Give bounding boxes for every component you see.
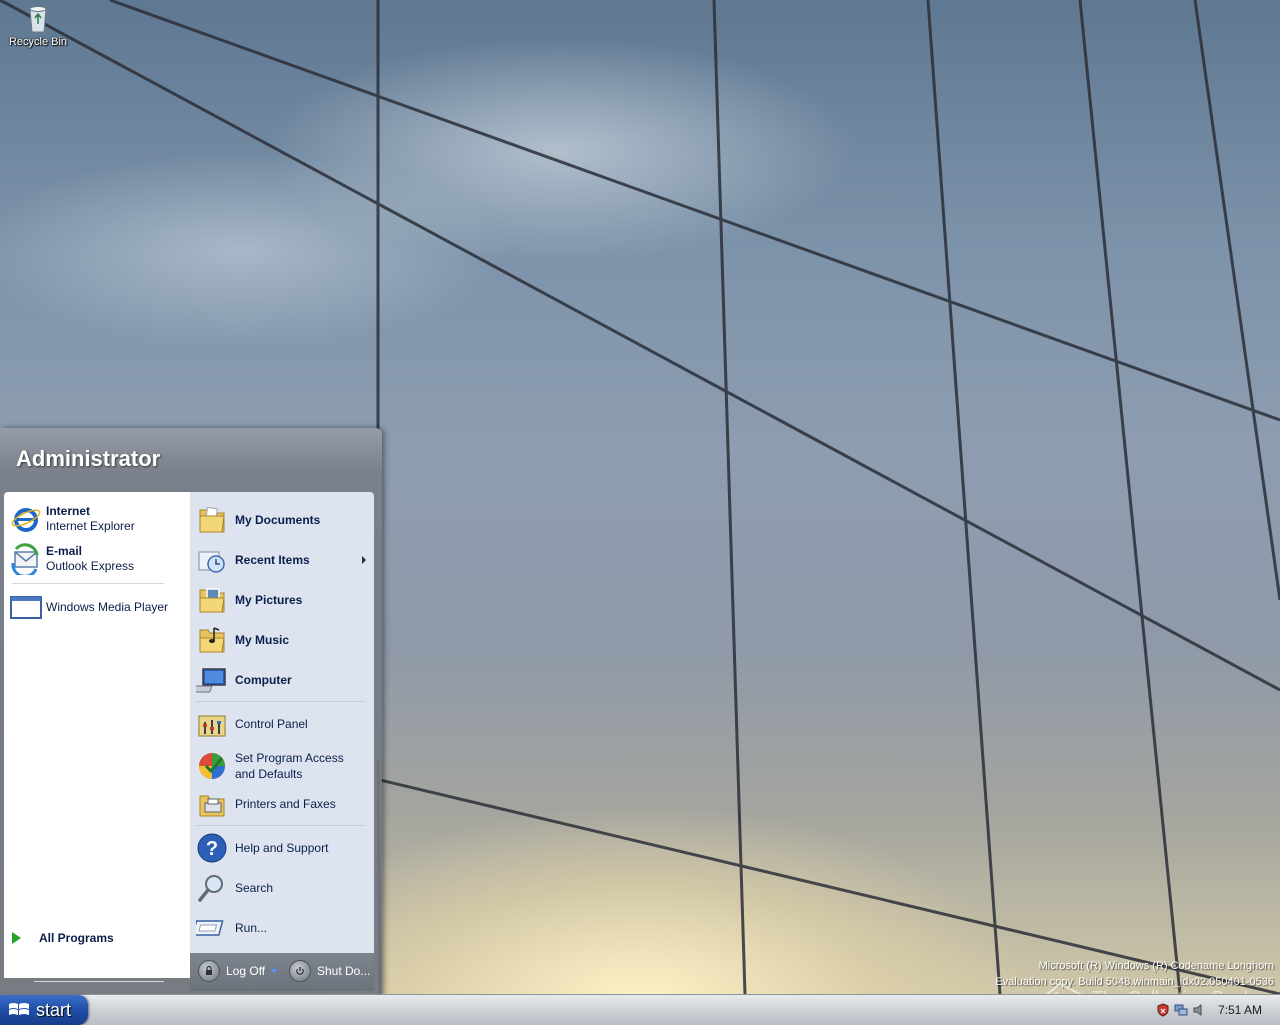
menu-item-control-panel[interactable]: Control Panel (196, 706, 368, 742)
watermark-line-1: Microsoft (R) Windows (R) Codename Longh… (1038, 960, 1274, 972)
start-menu-left-footer (4, 953, 190, 978)
outlook-express-icon (11, 543, 39, 575)
recent-item-label: Windows Media Player (46, 599, 169, 614)
security-shield-icon[interactable] (1156, 1003, 1170, 1017)
network-icon[interactable] (1174, 1003, 1188, 1017)
recent-item-windows-media-player[interactable]: Windows Media Player (10, 588, 168, 626)
separator (34, 981, 164, 982)
recycle-bin-icon (29, 6, 47, 33)
recent-items-icon (198, 551, 225, 573)
menu-item-run[interactable]: Run... (196, 910, 368, 946)
menu-item-computer[interactable]: Computer (196, 662, 368, 698)
windows-media-player-icon (10, 596, 42, 619)
menu-item-label: Printers and Faxes (235, 797, 336, 811)
submenu-arrow-icon (362, 556, 366, 564)
pinned-item-subtitle: Outlook Express (46, 559, 135, 573)
search-icon (198, 875, 223, 902)
menu-item-set-program-access[interactable]: Set Program Access and Defaults (196, 746, 368, 786)
all-programs-button[interactable]: All Programs (8, 926, 168, 950)
start-label: start (36, 999, 72, 1020)
separator (196, 825, 366, 826)
pinned-item-title: E-mail (46, 544, 83, 558)
menu-item-label: My Documents (235, 513, 321, 527)
menu-item-label: Computer (235, 673, 292, 687)
pinned-item-email[interactable]: E-mail Outlook Express (10, 540, 134, 578)
program-access-icon (199, 753, 225, 779)
printer-icon (199, 795, 225, 817)
svg-text:?: ? (206, 838, 218, 860)
green-arrow-icon (12, 932, 21, 944)
chevron-down-icon (271, 969, 278, 973)
windows-logo-icon (9, 1003, 29, 1015)
pinned-item-title: Internet (46, 504, 91, 518)
power-icon (289, 960, 311, 982)
speaker-icon[interactable] (1192, 1003, 1206, 1017)
menu-item-my-documents[interactable]: My Documents (196, 502, 368, 538)
all-programs-label: All Programs (39, 931, 114, 945)
taskbar: start 7:51 AM (0, 994, 1280, 1025)
menu-item-printers-and-faxes[interactable]: Printers and Faxes (196, 786, 368, 822)
menu-item-label: My Music (235, 633, 290, 647)
folder-documents-icon (199, 506, 225, 533)
desktop-icon-recycle-bin[interactable]: Recycle Bin (4, 2, 72, 48)
log-off-label: Log Off (226, 964, 266, 978)
lock-icon (198, 960, 220, 982)
computer-icon (196, 668, 226, 693)
start-button[interactable]: start (0, 995, 88, 1025)
shut-down-button[interactable]: Shut Do... (289, 958, 370, 984)
menu-item-label: Run... (235, 921, 268, 935)
shut-down-label: Shut Do... (317, 964, 371, 978)
folder-music-icon (199, 627, 225, 653)
menu-item-label: Search (235, 881, 274, 895)
help-icon: ? (197, 833, 227, 863)
menu-item-my-pictures[interactable]: My Pictures (196, 582, 368, 618)
menu-item-recent-items[interactable]: Recent Items (196, 542, 368, 578)
menu-item-label: Recent Items (235, 553, 310, 567)
log-off-button[interactable]: Log Off (198, 958, 278, 984)
menu-item-help-and-support[interactable]: ? Help and Support (196, 830, 368, 866)
pinned-item-subtitle: Internet Explorer (46, 519, 135, 533)
run-icon (196, 920, 224, 936)
system-tray: 7:51 AM (1146, 995, 1280, 1025)
user-name: Administrator (16, 446, 161, 471)
desktop-icon-label: Recycle Bin (8, 36, 68, 48)
menu-item-my-music[interactable]: My Music (196, 622, 368, 658)
separator (12, 583, 164, 584)
internet-explorer-icon (11, 508, 41, 532)
start-menu: Administrator Internet Internet Explorer… (0, 428, 382, 996)
start-menu-left-pane: Internet Internet Explorer E-mail Outloo… (4, 492, 190, 982)
menu-item-label: My Pictures (235, 593, 303, 607)
menu-item-label: Help and Support (235, 841, 329, 855)
pinned-item-internet[interactable]: Internet Internet Explorer (10, 500, 135, 538)
menu-item-label: Control Panel (235, 717, 308, 731)
menu-item-label: Set Program Access and Defaults (235, 751, 344, 781)
clock[interactable]: 7:51 AM (1218, 1003, 1262, 1017)
control-panel-icon (198, 715, 226, 737)
separator (196, 701, 366, 702)
folder-pictures-icon (199, 588, 225, 613)
menu-item-search[interactable]: Search (196, 870, 368, 906)
start-menu-right-pane: My Documents Recent Items My Pictures My… (190, 492, 374, 953)
